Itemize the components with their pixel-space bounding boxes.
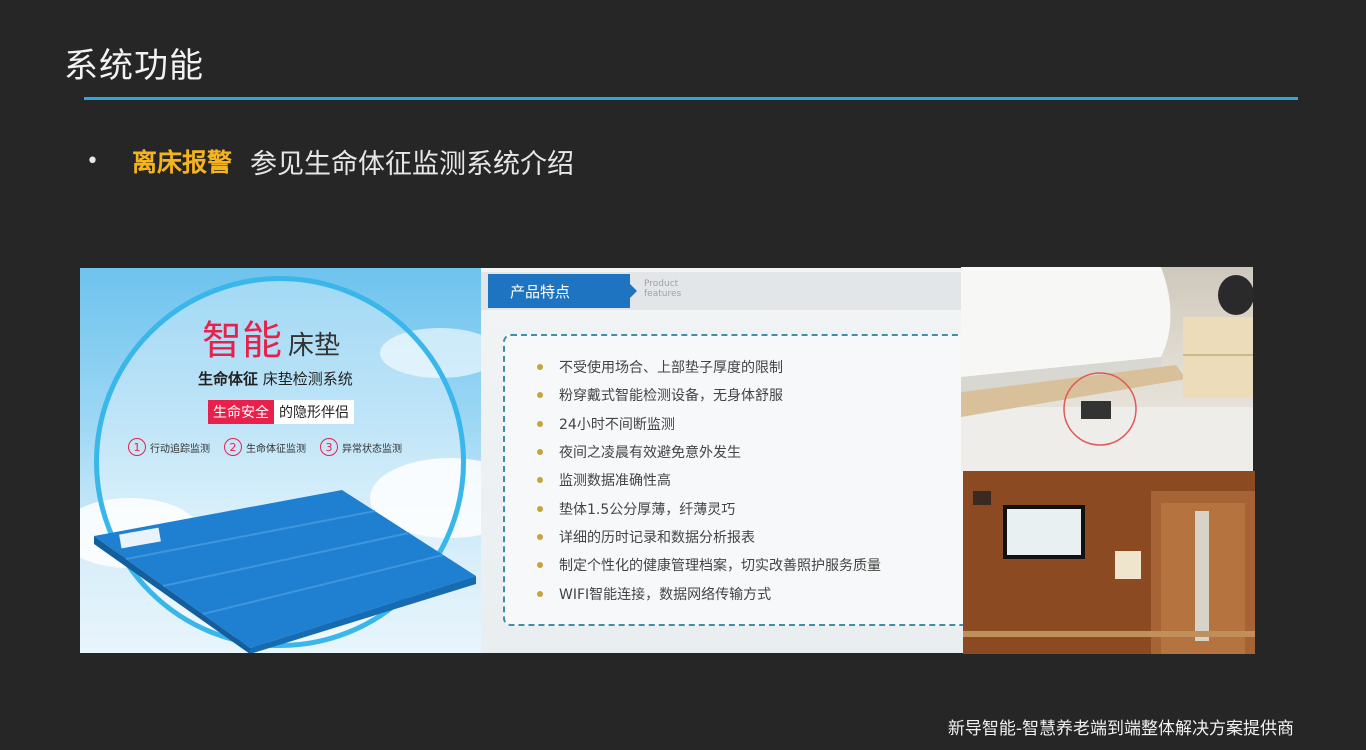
header-en-line-1: Product [644, 279, 679, 289]
title-divider [84, 97, 1298, 100]
list-item: 24小时不间断监测 [537, 410, 881, 438]
bed-sensor-photo [961, 267, 1253, 471]
features-header: 产品特点 [488, 274, 630, 308]
sensor-device [1081, 401, 1111, 419]
header-en-line-2: features [644, 289, 682, 299]
bullet-dot-icon: • [86, 148, 99, 174]
mattress-illustration [94, 490, 476, 653]
footer-text: 新导智能-智慧养老端到端整体解决方案提供商 [947, 719, 1294, 739]
wall-panel [1115, 551, 1141, 579]
list-item: 夜间之凌晨有效避免意外发生 [537, 438, 881, 466]
page-title: 系统功能 [64, 46, 204, 86]
nightstand [1183, 317, 1253, 397]
tv-screen [1007, 509, 1081, 555]
mattress-top [94, 490, 476, 648]
smart-mattress-image: 智能 床垫 生命体征 床垫检测系统 生命安全 的隐形伴侣 1 行动追踪监测 2 生命… [80, 268, 481, 653]
header-arrow-icon [630, 284, 637, 298]
lamp [1218, 275, 1253, 315]
list-item: 不受使用场合、上部垫子厚度的限制 [537, 353, 881, 381]
door-strip [1195, 511, 1209, 641]
product-features-image: 产品特点 Product features 不受使用场合、上部垫子厚度的限制 粉… [481, 268, 963, 653]
handrail [963, 631, 1255, 637]
features-list: 不受使用场合、上部垫子厚度的限制 粉穿戴式智能检测设备，无身体舒服 24小时不间… [537, 353, 881, 608]
bed-scene [961, 267, 1253, 471]
room-monitor-photo [963, 471, 1255, 654]
list-item: 粉穿戴式智能检测设备，无身体舒服 [537, 381, 881, 409]
camera [973, 491, 991, 505]
bullet-keyword: 离床报警 [132, 148, 233, 177]
bullet-item: • 离床报警 参见生命体征监测系统介绍 [86, 141, 574, 181]
bullet-description: 参见生命体征监测系统介绍 [250, 148, 575, 180]
list-item: 制定个性化的健康管理档案，切实改善照护服务质量 [537, 551, 881, 579]
list-item: WIFI智能连接，数据网络传输方式 [537, 579, 881, 607]
features-header-en: Product features [644, 279, 704, 299]
list-item: 垫体1.5公分厚薄，纤薄灵巧 [537, 494, 881, 522]
list-item: 监测数据准确性高 [537, 466, 881, 494]
room-scene [963, 471, 1255, 654]
list-item: 详细的历时记录和数据分析报表 [537, 523, 881, 551]
